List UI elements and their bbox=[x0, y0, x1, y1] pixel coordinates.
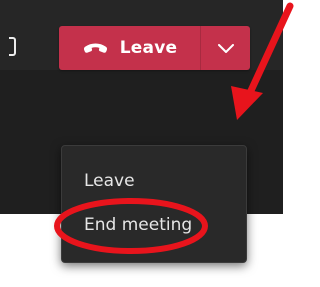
leave-button[interactable]: Leave bbox=[59, 26, 200, 70]
leave-options-menu: Leave End meeting bbox=[61, 145, 247, 263]
menu-item-end-meeting[interactable]: End meeting bbox=[62, 208, 246, 242]
menu-item-leave[interactable]: Leave bbox=[62, 164, 246, 198]
menu-item-label: End meeting bbox=[84, 215, 193, 235]
leave-button-label: Leave bbox=[119, 38, 178, 58]
leave-options-toggle-button[interactable] bbox=[201, 26, 250, 70]
phone-hangup-icon bbox=[82, 41, 109, 55]
screen-share-icon[interactable] bbox=[9, 37, 16, 56]
screenshot-stage: Leave Leave End meeting bbox=[0, 0, 299, 287]
leave-button-group: Leave bbox=[59, 26, 250, 70]
menu-item-label: Leave bbox=[84, 171, 135, 191]
chevron-down-icon bbox=[217, 39, 234, 58]
